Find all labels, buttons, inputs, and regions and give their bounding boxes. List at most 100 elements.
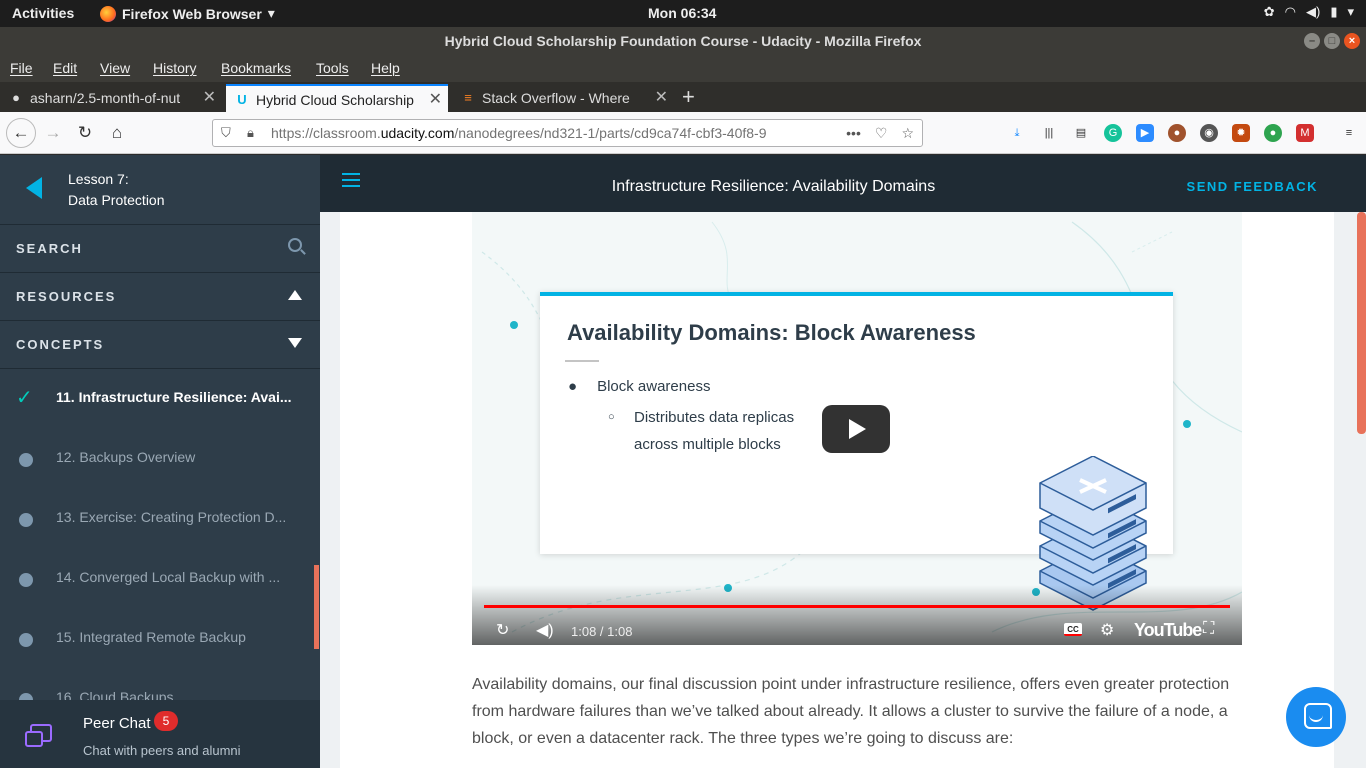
settings-gear-icon[interactable]: ⚙ (1100, 620, 1114, 640)
replay-icon[interactable]: ↻ (496, 620, 509, 640)
navigation-toolbar: ← → ↻ ⌂ ⛉ 🔒︎ https://classroom.udacity.c… (0, 112, 1366, 154)
extension-red-icon[interactable]: M (1296, 124, 1314, 142)
slide-bullet: ● Block awareness (568, 378, 710, 395)
tab-stackoverflow[interactable]: ≡ Stack Overflow - Where ✕ (452, 84, 674, 112)
page-title: Infrastructure Resilience: Availability … (611, 178, 936, 195)
window-title: Hybrid Cloud Scholarship Foundation Cour… (444, 33, 922, 49)
tab-udacity[interactable]: U Hybrid Cloud Scholarship ✕ (226, 84, 448, 112)
sub-bullet-text: Distributes data replicas across multipl… (634, 409, 795, 453)
expand-icon[interactable] (288, 335, 302, 351)
tab-github[interactable]: ● asharn/2.5-month-of-nut ✕ (0, 84, 222, 112)
library-icon[interactable]: ||| (1040, 124, 1058, 142)
chevron-down-icon[interactable]: ▾ (1347, 4, 1354, 20)
peer-chat[interactable]: Peer Chat 5 Chat with peers and alumni (0, 700, 320, 768)
minimize-icon[interactable]: – (1304, 33, 1320, 49)
fullscreen-icon[interactable]: ⛶ (1203, 620, 1214, 638)
forward-button[interactable]: → (40, 120, 66, 146)
system-tray[interactable]: ✿ ◠ ◀) ▮ ▾ (1264, 4, 1354, 20)
url-actions: ••• ♡ ☆ (840, 120, 914, 146)
concept-item[interactable]: 14. Converged Local Backup with ... (0, 549, 320, 609)
zoom-icon[interactable]: ▶ (1136, 124, 1154, 142)
reload-button[interactable]: ↻ (72, 120, 98, 146)
back-arrow-icon[interactable] (26, 177, 42, 199)
pocket-icon[interactable]: ♡ (875, 120, 888, 146)
url-bar[interactable]: ⛉ 🔒︎ https://classroom.udacity.com/nanod… (212, 119, 923, 147)
close-icon[interactable]: × (1344, 33, 1360, 49)
tracking-shield-icon[interactable]: ⛉ (221, 120, 231, 146)
cookie-icon[interactable]: ● (1168, 124, 1186, 142)
udacity-icon: U (237, 92, 247, 107)
menu-file[interactable]: File (10, 60, 33, 76)
tab-label: Hybrid Cloud Scholarship (256, 92, 414, 108)
grammarly-icon[interactable]: G (1104, 124, 1122, 142)
progress-bar[interactable] (484, 605, 1230, 608)
captions-icon[interactable]: CC (1064, 623, 1082, 636)
sidebar-concepts[interactable]: CONCEPTS (0, 321, 320, 369)
incomplete-dot-icon (19, 513, 33, 527)
close-tab-icon[interactable]: ✕ (429, 86, 442, 112)
download-icon[interactable]: ⤓ (1008, 124, 1026, 142)
incomplete-dot-icon (19, 693, 33, 700)
scrollbar-thumb[interactable] (1357, 212, 1366, 434)
concept-label: 13. Exercise: Creating Protection D... (56, 509, 287, 525)
reader-icon[interactable]: ▤ (1072, 124, 1090, 142)
video-player[interactable]: Availability Domains: Block Awareness ● B… (472, 212, 1242, 645)
menu-history[interactable]: History (153, 60, 197, 76)
lesson-number: Lesson 7: (68, 171, 129, 187)
intercom-chat-button[interactable] (1286, 687, 1346, 747)
menu-bookmarks[interactable]: Bookmarks (221, 60, 291, 76)
close-tab-icon[interactable]: ✕ (203, 84, 216, 112)
resources-label: RESOURCES (16, 289, 117, 304)
search-icon[interactable] (288, 238, 302, 252)
back-button[interactable]: ← (6, 118, 36, 148)
concept-item[interactable]: 16. Cloud Backups (0, 669, 320, 700)
concept-label: 14. Converged Local Backup with ... (56, 569, 281, 585)
home-button[interactable]: ⌂ (104, 120, 130, 146)
extension-icon[interactable]: ✹ (1232, 124, 1250, 142)
sidebar-resources[interactable]: RESOURCES (0, 273, 320, 321)
menu-help[interactable]: Help (371, 60, 400, 76)
menu-view[interactable]: View (100, 60, 130, 76)
new-tab-button[interactable]: + (682, 84, 695, 110)
play-button[interactable] (822, 405, 890, 453)
url-host: udacity.com (380, 125, 455, 141)
concept-item[interactable]: 12. Backups Overview (0, 429, 320, 489)
lesson-header[interactable]: Lesson 7: Data Protection (0, 155, 320, 225)
page-scrollbar[interactable] (1354, 212, 1366, 768)
firefox-icon (100, 5, 116, 22)
clock[interactable]: Mon 06:34 (648, 5, 716, 21)
lock-icon[interactable]: 🔒︎ (247, 120, 254, 146)
tab-label: asharn/2.5-month-of-nut (30, 90, 181, 106)
volume-icon[interactable]: ◀) (1306, 4, 1320, 20)
account-icon[interactable]: ◉ (1200, 124, 1218, 142)
decor-dot (510, 321, 518, 329)
youtube-logo[interactable]: YouTube (1134, 620, 1202, 641)
battery-icon[interactable]: ▮ (1330, 4, 1337, 20)
menu-edit[interactable]: Edit (53, 60, 77, 76)
collapse-icon[interactable] (288, 287, 302, 303)
toolbar-extensions: ⤓ ||| ▤ G ▶ ● ◉ ✹ ● M ≡ (1008, 124, 1358, 142)
close-tab-icon[interactable]: ✕ (655, 84, 668, 112)
sidebar-scrollbar[interactable] (314, 565, 319, 649)
send-feedback-button[interactable]: SEND FEEDBACK (1187, 179, 1318, 194)
activities-button[interactable]: Activities (12, 5, 74, 21)
paw-icon[interactable]: ✿ (1264, 4, 1275, 20)
menu-tools[interactable]: Tools (316, 60, 349, 76)
concept-item[interactable]: 15. Integrated Remote Backup (0, 609, 320, 669)
maximize-icon[interactable]: □ (1324, 33, 1340, 49)
sidebar-search[interactable]: SEARCH (0, 225, 320, 273)
page-actions-icon[interactable]: ••• (846, 120, 861, 146)
wifi-icon[interactable]: ◠ (1285, 4, 1296, 20)
video-controls: ↻ ◀) 1:08 / 1:08 CC ⚙ YouTube ⛶ (472, 585, 1242, 645)
slide-sub-bullet: ○ Distributes data replicas across multi… (608, 404, 828, 458)
concept-item[interactable]: ✓ 11. Infrastructure Resilience: Avai... (0, 369, 320, 429)
window-title-bar: Hybrid Cloud Scholarship Foundation Cour… (0, 27, 1366, 55)
checkmark-icon: ✓ (16, 387, 33, 409)
volume-icon[interactable]: ◀) (536, 620, 554, 640)
notification-badge: 5 (154, 711, 178, 731)
concept-item[interactable]: 13. Exercise: Creating Protection D... (0, 489, 320, 549)
extension-green-icon[interactable]: ● (1264, 124, 1282, 142)
hamburger-menu-icon[interactable]: ≡ (1340, 124, 1358, 142)
bookmark-star-icon[interactable]: ☆ (901, 120, 914, 146)
app-menu[interactable]: Firefox Web Browser ▾ (100, 5, 275, 22)
